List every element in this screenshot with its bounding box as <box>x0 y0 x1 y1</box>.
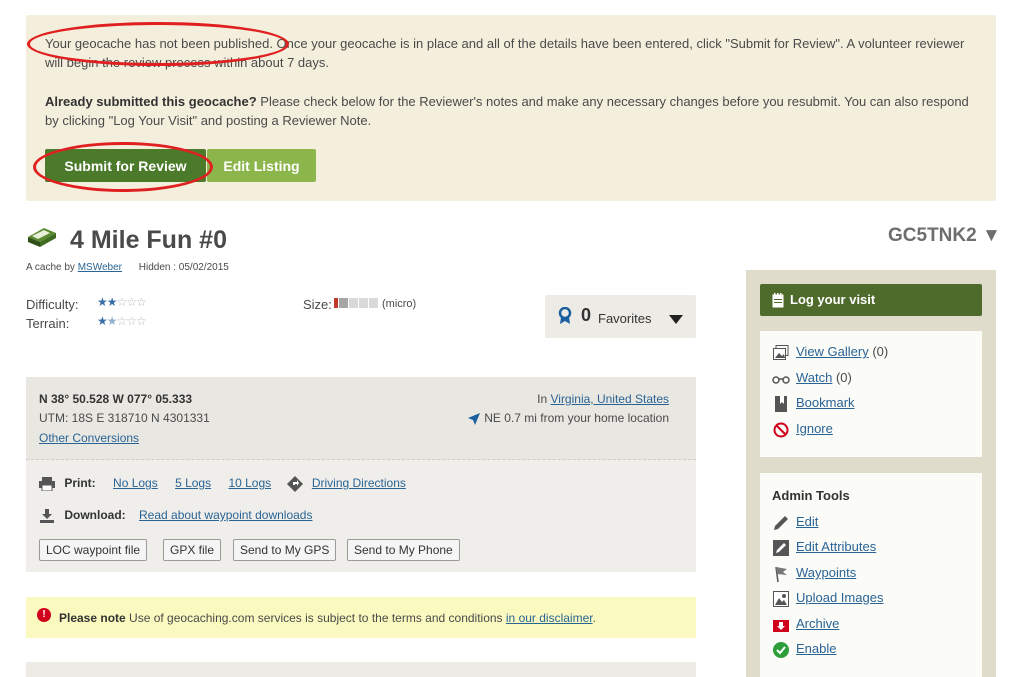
terrain-label: Terrain: <box>26 316 70 331</box>
printer-icon <box>39 477 55 491</box>
driving-directions-icon <box>286 476 303 492</box>
ignore-icon <box>773 422 789 438</box>
watch-link[interactable]: Watch <box>796 370 832 385</box>
distance-line: NE 0.7 mi from your home location <box>468 411 669 425</box>
admin-edit-attributes-item: Edit Attributes <box>772 539 876 557</box>
gc-code-dropdown[interactable]: GC5TNK2 ▼ <box>888 225 1001 247</box>
bookmark-icon <box>775 395 787 412</box>
log-your-visit-button[interactable]: Log your visit <box>760 284 982 316</box>
notepad-icon <box>772 293 784 308</box>
send-to-gps-button[interactable]: Send to My GPS <box>233 539 337 561</box>
view-gallery-item: View Gallery (0) <box>772 344 888 362</box>
latlon: N 38° 50.528 W 077° 05.333 <box>39 392 193 406</box>
utm: UTM: 18S E 318710 N 4301331 <box>39 411 210 425</box>
owner-link[interactable]: MSWeber <box>78 262 122 273</box>
favorites-widget[interactable]: 0 Favorites <box>545 295 696 338</box>
image-icon <box>773 590 789 607</box>
actions-panel: View Gallery (0) Watch (0) Bookmark Igno… <box>760 331 982 457</box>
download-row: Download: Read about waypoint downloads <box>39 508 312 523</box>
print-10-logs-link[interactable]: 10 Logs <box>228 476 271 490</box>
print-5-logs-link[interactable]: 5 Logs <box>175 476 211 490</box>
bookmark-item: Bookmark <box>772 395 855 413</box>
chevron-down-icon[interactable] <box>669 315 683 324</box>
submit-for-review-button[interactable]: Submit for Review <box>45 149 206 182</box>
edit-attributes-link[interactable]: Edit Attributes <box>796 539 876 554</box>
edit-link[interactable]: Edit <box>796 514 818 529</box>
cache-title: 4 Mile Fun #0 <box>70 226 227 254</box>
edit-listing-button[interactable]: Edit Listing <box>207 149 316 182</box>
gpx-file-button[interactable]: GPX file <box>163 539 222 561</box>
admin-waypoints-item: Waypoints <box>772 565 856 583</box>
check-circle-icon <box>773 641 789 658</box>
direction-arrow-icon <box>468 412 481 425</box>
download-icon <box>40 508 54 523</box>
print-no-logs-link[interactable]: No Logs <box>113 476 158 490</box>
favorite-ribbon-icon <box>558 307 572 324</box>
difficulty-stars: ★★☆☆☆ <box>97 295 147 309</box>
other-conversions-link[interactable]: Other Conversions <box>39 431 139 445</box>
admin-upload-images-item: Upload Images <box>772 590 883 608</box>
waypoints-link[interactable]: Waypoints <box>796 565 856 580</box>
disclaimer-link[interactable]: in our disclaimer <box>506 611 593 625</box>
size-label: Size: <box>303 297 332 312</box>
coordinates-box: N 38° 50.528 W 077° 05.333 UTM: 18S E 31… <box>26 377 696 572</box>
view-gallery-link[interactable]: View Gallery <box>796 344 869 359</box>
watch-item: Watch (0) <box>772 370 852 388</box>
admin-tools-title: Admin Tools <box>772 488 850 503</box>
flag-icon <box>775 566 787 582</box>
location-line: In Virginia, United States <box>537 392 669 406</box>
sidebar: Log your visit View Gallery (0) Watch (0… <box>746 270 996 677</box>
loc-waypoint-file-button[interactable]: LOC waypoint file <box>39 539 148 561</box>
terrain-stars: ★★☆☆☆ <box>97 314 147 328</box>
hidden-date: Hidden : 05/02/2015 <box>138 262 229 273</box>
edit-attributes-icon <box>773 539 789 556</box>
admin-archive-item: Archive <box>772 616 839 634</box>
bookmark-link[interactable]: Bookmark <box>796 395 855 410</box>
enable-link[interactable]: Enable <box>796 641 836 656</box>
send-to-phone-button[interactable]: Send to My Phone <box>347 539 460 561</box>
archive-icon <box>773 619 789 632</box>
pencil-icon <box>774 515 788 530</box>
waypoint-downloads-link[interactable]: Read about waypoint downloads <box>139 508 312 522</box>
gallery-icon <box>773 345 789 361</box>
driving-directions-link[interactable]: Driving Directions <box>312 476 406 490</box>
admin-enable-item: Enable <box>772 641 836 659</box>
glasses-icon <box>772 375 790 384</box>
next-section-strip <box>26 662 696 677</box>
favorites-count: 0 <box>581 305 592 325</box>
not-published-text: Your geocache has not been published. <box>45 36 273 51</box>
ignore-link[interactable]: Ignore <box>796 421 833 436</box>
owner-line: A cache by MSWeber Hidden : 05/02/2015 <box>26 262 229 273</box>
upload-images-link[interactable]: Upload Images <box>796 590 883 605</box>
disclaimer-notice: ! Please note Use of geocaching.com serv… <box>26 597 696 638</box>
unpublished-notice: Your geocache has not been published. On… <box>26 15 996 201</box>
location-link[interactable]: Virginia, United States <box>550 392 669 406</box>
favorites-label: Favorites <box>598 311 652 326</box>
admin-tools-panel: Admin Tools Edit Edit Attributes Waypoin… <box>760 473 982 677</box>
ignore-item: Ignore <box>772 421 833 439</box>
traditional-cache-icon <box>28 228 56 247</box>
difficulty-label: Difficulty: <box>26 297 79 312</box>
archive-link[interactable]: Archive <box>796 616 839 631</box>
admin-edit-item: Edit <box>772 514 818 532</box>
size-text: (micro) <box>382 298 417 310</box>
size-indicator <box>334 298 378 308</box>
alert-icon: ! <box>37 608 51 622</box>
print-row: Print: No Logs 5 Logs 10 Logs Driving Di… <box>39 476 406 492</box>
notice-paragraph-1: Your geocache has not been published. On… <box>45 36 965 70</box>
notice-paragraph-2: Already submitted this geocache? Please … <box>45 94 969 128</box>
